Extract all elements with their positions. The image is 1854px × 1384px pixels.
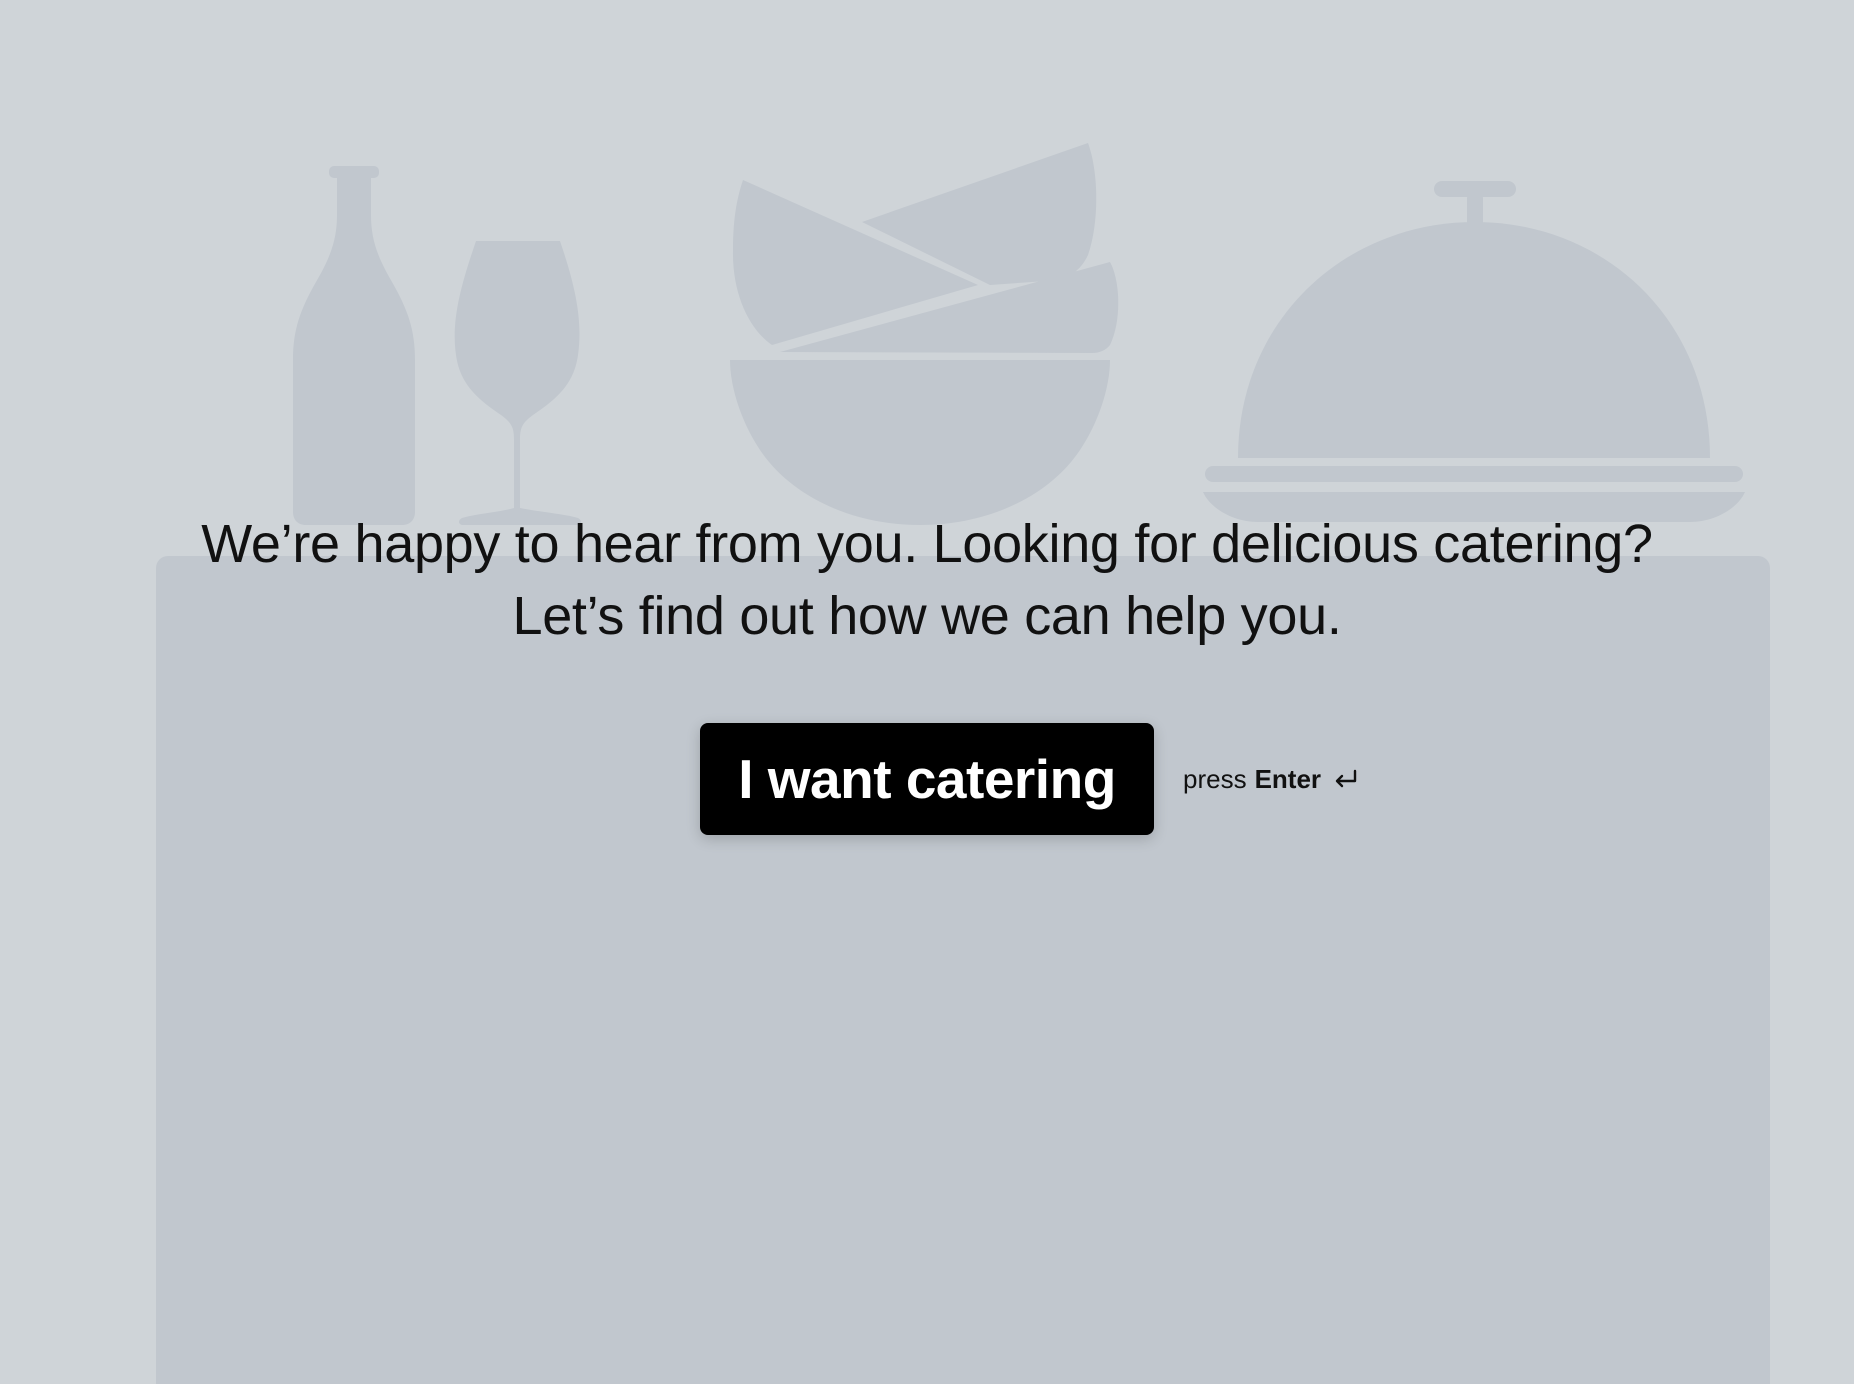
want-catering-button[interactable]: I want catering [700, 723, 1154, 835]
wine-glass-icon [454, 241, 581, 525]
serving-cloche-icon [1203, 181, 1745, 522]
intro-section: We’re happy to hear from you. Looking fo… [0, 508, 1854, 652]
cta-row: I want catering press Enter [700, 723, 1359, 835]
background-illustration [156, 143, 1770, 1384]
headline-line-1: We’re happy to hear from you. Looking fo… [201, 514, 1653, 574]
stacked-bowls-icon [730, 143, 1119, 525]
table-panel [156, 556, 1770, 1384]
headline-line-2: Let’s find out how we can help you. [512, 586, 1342, 646]
hint-prefix: press [1183, 763, 1247, 794]
hint-key: Enter [1254, 763, 1322, 794]
keyboard-hint: press Enter [1183, 764, 1359, 795]
bottle-icon [293, 166, 415, 525]
page-headline: We’re happy to hear from you. Looking fo… [0, 508, 1854, 652]
enter-return-icon [1335, 769, 1357, 788]
